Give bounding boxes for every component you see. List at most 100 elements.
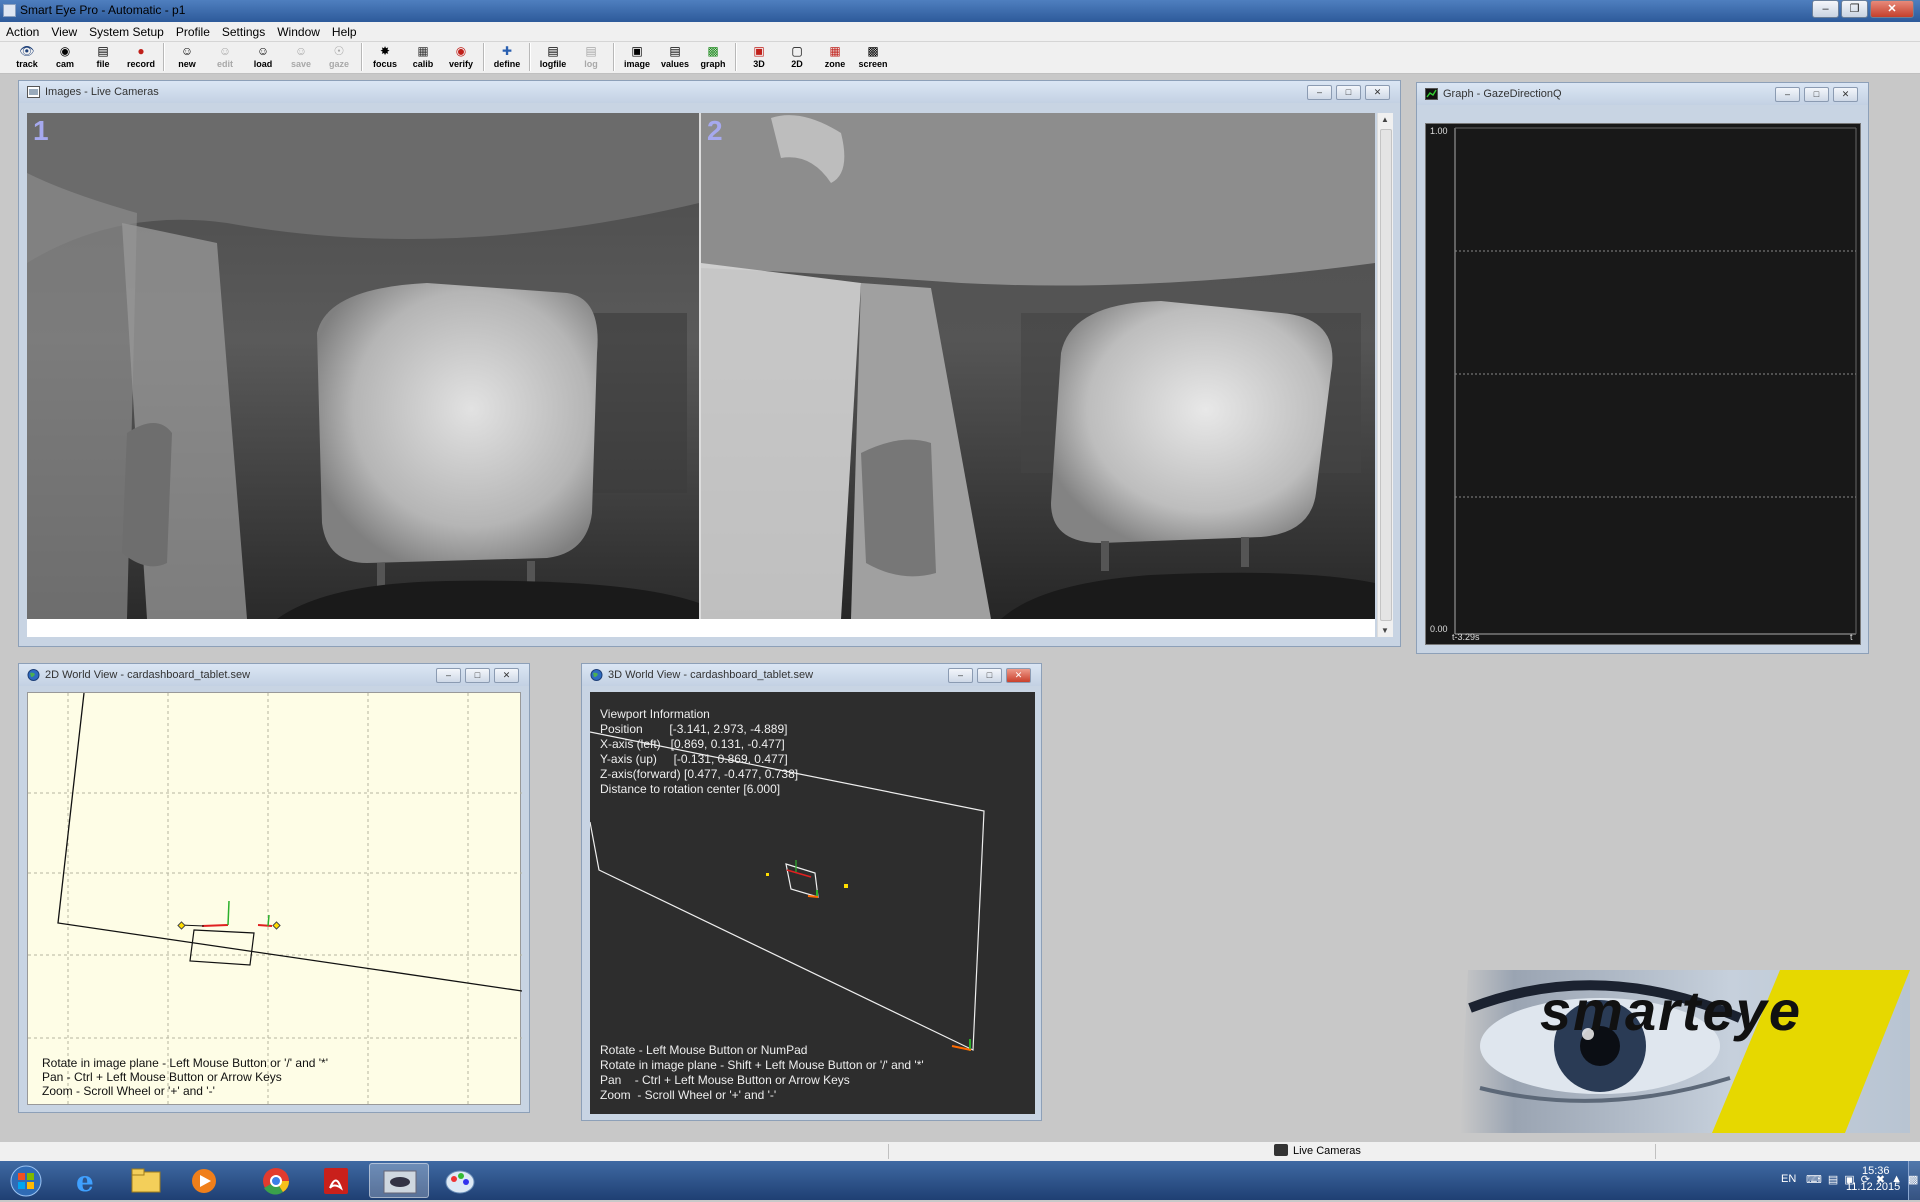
svg-text:e: e: [76, 1165, 94, 1198]
viewport-x-axis: X-axis (left) [0.869, 0.131, -0.477]: [600, 737, 785, 751]
toolbar-button-label: screen: [858, 59, 888, 69]
app-title-bar: Smart Eye Pro - Automatic - p1 – ❐ ✕: [0, 0, 1920, 22]
menu-system-setup[interactable]: System Setup: [89, 25, 164, 39]
toolbar-gaze-button[interactable]: ☉ gaze: [320, 42, 358, 72]
world2d-window-titlebar: 2D World View - cardashboard_tablet.sew …: [19, 664, 529, 686]
toolbar-2d-button[interactable]: ▢ 2D: [778, 42, 816, 72]
toolbar-logfile-button[interactable]: ▤ logfile: [534, 42, 572, 72]
tray-network-icon[interactable]: ▤: [1828, 1173, 1838, 1186]
world3d-minimize-button[interactable]: –: [948, 668, 973, 683]
camera-1-number: 1: [33, 115, 49, 146]
menu-view[interactable]: View: [51, 25, 77, 39]
world2d-window: 2D World View - cardashboard_tablet.sew …: [18, 663, 530, 1113]
scroll-up-arrow-icon[interactable]: ▲: [1381, 115, 1389, 124]
world3d-canvas[interactable]: Viewport Information Position [-3.141, 2…: [590, 692, 1035, 1114]
toolbar-button-label: zone: [824, 59, 846, 69]
toolbar-zone-button[interactable]: ▦ zone: [816, 42, 854, 72]
camera-1-view[interactable]: 1: [27, 113, 699, 619]
toolbar-track-button[interactable]: 👁 track: [8, 42, 46, 72]
world3d-help-rotate-plane: Rotate in image plane - Shift + Left Mou…: [600, 1058, 924, 1072]
toolbar-verify-button[interactable]: ◉ verify: [442, 42, 480, 72]
log-icon: ▤: [585, 44, 597, 58]
scroll-down-arrow-icon[interactable]: ▼: [1381, 626, 1389, 635]
toolbar-load-button[interactable]: ☺ load: [244, 42, 282, 72]
logfile-icon: ▤: [547, 44, 559, 58]
toolbar-button-label: logfile: [539, 59, 567, 69]
status-divider: [888, 1144, 889, 1159]
toolbar-log-button[interactable]: ▤ log: [572, 42, 610, 72]
record-icon: ●: [137, 44, 145, 58]
globe-icon: [27, 669, 40, 681]
world3d-window: 3D World View - cardashboard_tablet.sew …: [581, 663, 1042, 1121]
toolbar-button-label: gaze: [328, 59, 349, 69]
menu-profile[interactable]: Profile: [176, 25, 210, 39]
show-desktop-button[interactable]: [1908, 1161, 1920, 1200]
file-explorer-icon[interactable]: [118, 1163, 174, 1198]
language-indicator[interactable]: EN: [1781, 1173, 1796, 1185]
graph-window: Graph - GazeDirectionQ – □ ✕ 1.00 0.00 t…: [1416, 82, 1869, 654]
toolbar-button-label: new: [178, 59, 196, 69]
toolbar-image-button[interactable]: ▣ image: [618, 42, 656, 72]
minimize-button[interactable]: –: [1812, 0, 1839, 18]
toolbar-graph-button[interactable]: ▩ graph: [694, 42, 732, 72]
images-scrollbar[interactable]: ▲ ▼: [1377, 113, 1393, 637]
focus-icon: ✸: [379, 44, 391, 58]
camera-status-icon: [1274, 1144, 1288, 1156]
toolbar-3d-button[interactable]: ▣ 3D: [740, 42, 778, 72]
clock-time[interactable]: 15:36: [1862, 1165, 1890, 1177]
menu-help[interactable]: Help: [332, 25, 357, 39]
menu-action[interactable]: Action: [6, 25, 39, 39]
close-button[interactable]: ✕: [1870, 0, 1914, 18]
graph-plot[interactable]: 1.00 0.00 t-3.29s t: [1425, 123, 1861, 645]
tray-keyboard-icon[interactable]: ⌨: [1806, 1173, 1822, 1186]
chrome-icon[interactable]: [248, 1163, 304, 1198]
toolbar-button-label: focus: [372, 59, 397, 69]
paint-icon[interactable]: [432, 1163, 488, 1198]
smart-eye-pro-taskbar-button[interactable]: [369, 1163, 429, 1198]
toolbar-button-label: track: [16, 59, 38, 69]
world2d-close-button[interactable]: ✕: [494, 668, 519, 683]
toolbar-button-label: define: [493, 59, 521, 69]
world2d-minimize-button[interactable]: –: [436, 668, 461, 683]
world3d-help-zoom: Zoom - Scroll Wheel or '+' and '-': [600, 1088, 777, 1102]
world3d-maximize-button[interactable]: □: [977, 668, 1002, 683]
graph-maximize-button[interactable]: □: [1804, 87, 1829, 102]
menu-window[interactable]: Window: [277, 25, 320, 39]
toolbar-separator: [483, 43, 485, 71]
world2d-maximize-button[interactable]: □: [465, 668, 490, 683]
toolbar-record-button[interactable]: ● record: [122, 42, 160, 72]
toolbar-new-button[interactable]: ☺ new: [168, 42, 206, 72]
images-window-title: Images - Live Cameras: [45, 86, 159, 98]
camera-2-view[interactable]: 2: [701, 113, 1375, 619]
zone-icon: ▦: [829, 44, 841, 58]
menu-settings[interactable]: Settings: [222, 25, 265, 39]
new-face-icon: ☺: [180, 44, 194, 58]
toolbar-cam-button[interactable]: ◉ cam: [46, 42, 84, 72]
toolbar-button-label: save: [290, 59, 312, 69]
clock-date[interactable]: 11.12.2015: [1846, 1181, 1900, 1193]
graph-close-button[interactable]: ✕: [1833, 87, 1858, 102]
toolbar-screen-button[interactable]: ▩ screen: [854, 42, 892, 72]
toolbar-values-button[interactable]: ▤ values: [656, 42, 694, 72]
toolbar-focus-button[interactable]: ✸ focus: [366, 42, 404, 72]
world2d-canvas[interactable]: Rotate in image plane - Left Mouse Butto…: [27, 692, 522, 1106]
toolbar-calib-button[interactable]: ▦ calib: [404, 42, 442, 72]
images-scroll-thumb[interactable]: [1380, 129, 1392, 621]
toolbar-define-button[interactable]: ✚ define: [488, 42, 526, 72]
images-maximize-button[interactable]: □: [1336, 85, 1361, 100]
camera-divider: [699, 113, 701, 619]
toolbar-file-button[interactable]: ▤ file: [84, 42, 122, 72]
toolbar-edit-button[interactable]: ☺ edit: [206, 42, 244, 72]
images-minimize-button[interactable]: –: [1307, 85, 1332, 100]
start-button[interactable]: [0, 1163, 52, 1198]
world3d-close-button[interactable]: ✕: [1006, 668, 1031, 683]
acrobat-icon[interactable]: [308, 1163, 364, 1198]
graph-window-title: Graph - GazeDirectionQ: [1443, 88, 1562, 100]
toolbar-save-button[interactable]: ☺ save: [282, 42, 320, 72]
media-player-icon[interactable]: [176, 1163, 232, 1198]
toolbar-button-label: 2D: [791, 59, 803, 69]
internet-explorer-icon[interactable]: e: [60, 1163, 116, 1198]
images-close-button[interactable]: ✕: [1365, 85, 1390, 100]
restore-button[interactable]: ❐: [1841, 0, 1868, 18]
graph-minimize-button[interactable]: –: [1775, 87, 1800, 102]
